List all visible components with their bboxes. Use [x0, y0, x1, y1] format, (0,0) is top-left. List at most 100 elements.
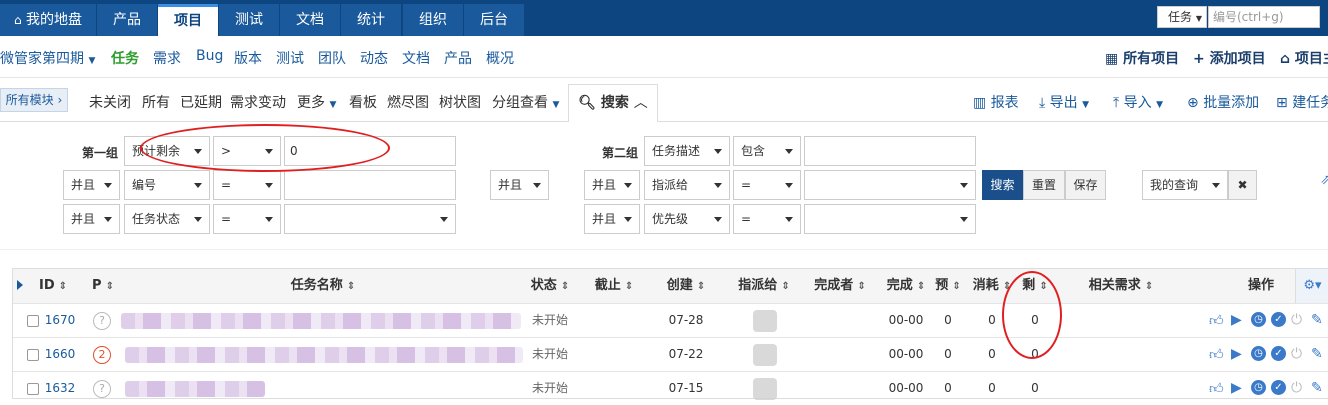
g2-field-select-1[interactable]: 任务描述: [644, 136, 730, 166]
g2-value-select-3[interactable]: [804, 204, 976, 234]
subnav-task[interactable]: 任务: [111, 48, 139, 68]
g1-field-select-3[interactable]: 任务状态: [124, 204, 210, 234]
column-settings-icon[interactable]: ⚙▾: [1295, 269, 1328, 303]
all-projects-link[interactable]: ▦ 所有项目: [1105, 48, 1179, 68]
clock-icon[interactable]: ◷: [1251, 380, 1266, 395]
tab-my-dashboard[interactable]: ⌂ 我的地盘: [0, 4, 96, 36]
tab-product[interactable]: 产品: [97, 4, 157, 36]
finish-check-icon[interactable]: ✓: [1271, 346, 1286, 361]
export-dropdown[interactable]: ⤓ 导出 ▼: [1039, 92, 1089, 112]
g1-op-select-3[interactable]: =: [213, 204, 281, 234]
g2-field-select-3[interactable]: 优先级: [644, 204, 730, 234]
col-related-story[interactable]: 相关需求 ⇕: [1083, 269, 1159, 303]
power-icon[interactable]: ⏻: [1291, 380, 1307, 396]
col-assigned-to[interactable]: 指派给 ⇕: [729, 269, 799, 303]
edit-pencil-icon[interactable]: ✎: [1311, 346, 1327, 362]
search-submit-button[interactable]: 搜索: [982, 170, 1023, 200]
module-selector[interactable]: 所有模块 ›: [0, 88, 68, 112]
clock-icon[interactable]: ◷: [1251, 346, 1266, 361]
g1-value-select-3[interactable]: [284, 204, 456, 234]
search-reset-button[interactable]: 重置: [1023, 170, 1065, 200]
group-logic-select[interactable]: 并且: [490, 170, 549, 200]
filter-story-changed[interactable]: 需求变动: [230, 92, 286, 112]
collapse-icon[interactable]: ⇗: [1320, 172, 1328, 188]
delete-query-button[interactable]: ✖: [1228, 170, 1257, 200]
col-id[interactable]: ID ⇕: [33, 269, 73, 303]
tab-stats[interactable]: 统计: [341, 4, 401, 36]
tab-org[interactable]: 组织: [403, 4, 463, 36]
power-icon[interactable]: ⏻: [1291, 346, 1307, 362]
col-finished-date[interactable]: 完成 ⇕: [881, 269, 931, 303]
col-estimate[interactable]: 预 ⇕: [931, 269, 965, 303]
report-link[interactable]: ▥ 报表: [973, 92, 1019, 112]
finish-check-icon[interactable]: ✓: [1271, 312, 1286, 327]
edit-pencil-icon[interactable]: ✎: [1311, 380, 1327, 396]
edit-pencil-icon[interactable]: ✎: [1311, 312, 1327, 328]
assign-icon[interactable]: 👍︎: [1209, 312, 1225, 329]
power-icon[interactable]: ⏻: [1291, 312, 1307, 328]
start-icon[interactable]: ▶: [1231, 312, 1247, 328]
col-deadline[interactable]: 截止 ⇕: [589, 269, 639, 303]
search-input[interactable]: 编号(ctrl+g): [1208, 6, 1320, 28]
g2-op-select-2[interactable]: =: [733, 170, 801, 200]
g2-op-select-3[interactable]: =: [733, 204, 801, 234]
g1-field-select-2[interactable]: 编号: [124, 170, 210, 200]
assign-icon[interactable]: 👍︎: [1209, 380, 1225, 397]
start-icon[interactable]: ▶: [1231, 380, 1247, 396]
tab-project[interactable]: 项目: [158, 4, 218, 36]
search-save-button[interactable]: 保存: [1065, 170, 1106, 200]
tab-admin[interactable]: 后台: [464, 4, 524, 36]
tab-test[interactable]: 测试: [219, 4, 279, 36]
filter-all[interactable]: 所有: [142, 92, 170, 112]
row-checkbox[interactable]: [27, 315, 39, 327]
add-project-link[interactable]: + 添加项目: [1193, 48, 1266, 68]
g2-value-select-2[interactable]: [804, 170, 976, 200]
col-created[interactable]: 创建 ⇕: [659, 269, 713, 303]
search-type-select[interactable]: 任务 ▼: [1157, 6, 1207, 28]
project-home-link[interactable]: ⌂ 项目主: [1280, 48, 1328, 68]
col-priority[interactable]: P ⇕: [85, 269, 121, 303]
subnav-product[interactable]: 产品: [444, 48, 472, 68]
clock-icon[interactable]: ◷: [1251, 312, 1266, 327]
subnav-team[interactable]: 团队: [318, 48, 346, 68]
project-switcher[interactable]: 微管家第四期 ▼: [0, 48, 95, 68]
subnav-story[interactable]: 需求: [153, 48, 181, 68]
create-task-link[interactable]: ⊞ 建任务: [1276, 92, 1328, 112]
g2-field-select-2[interactable]: 指派给: [644, 170, 730, 200]
subnav-test[interactable]: 测试: [276, 48, 304, 68]
filter-unclosed[interactable]: 未关闭: [89, 92, 131, 112]
task-id-link[interactable]: 1670: [43, 304, 77, 337]
finish-check-icon[interactable]: ✓: [1271, 380, 1286, 395]
task-name-link[interactable]: [121, 313, 521, 329]
tab-doc[interactable]: 文档: [280, 4, 340, 36]
import-dropdown[interactable]: ⤒ 导入 ▼: [1113, 92, 1163, 112]
filter-tree[interactable]: 树状图: [439, 92, 481, 112]
g1-logic-select-2[interactable]: 并且: [63, 170, 120, 200]
subnav-dynamic[interactable]: 动态: [360, 48, 388, 68]
filter-more-dropdown[interactable]: 更多 ▼: [297, 92, 336, 112]
subnav-doc[interactable]: 文档: [402, 48, 430, 68]
col-status[interactable]: 状态 ⇕: [525, 269, 575, 303]
row-checkbox[interactable]: [27, 383, 39, 395]
filter-delayed[interactable]: 已延期: [180, 92, 222, 112]
g2-op-select-1[interactable]: 包含: [733, 136, 801, 166]
subnav-overview[interactable]: 概况: [486, 48, 514, 68]
filter-kanban[interactable]: 看板: [349, 92, 377, 112]
my-query-select[interactable]: 我的查询: [1142, 170, 1228, 200]
start-icon[interactable]: ▶: [1231, 346, 1247, 362]
subnav-build[interactable]: 版本: [234, 48, 262, 68]
subnav-bug[interactable]: Bug: [196, 48, 223, 64]
task-name-link[interactable]: [125, 347, 523, 363]
batch-add-link[interactable]: ⊕ 批量添加: [1187, 92, 1259, 112]
task-id-link[interactable]: 1632: [43, 372, 77, 405]
g2-value-input-1[interactable]: [804, 136, 976, 166]
g1-op-select-2[interactable]: =: [213, 170, 281, 200]
task-name-link[interactable]: [125, 381, 265, 397]
filter-burndown[interactable]: 燃尽图: [387, 92, 429, 112]
row-checkbox[interactable]: [27, 349, 39, 361]
task-id-link[interactable]: 1660: [43, 338, 77, 371]
col-task-name[interactable]: 任务名称 ⇕: [273, 269, 373, 303]
g1-value-input-2[interactable]: [284, 170, 456, 200]
g1-logic-select-3[interactable]: 并且: [63, 204, 120, 234]
search-toggle-tab[interactable]: 🔍︎ 搜索 ︿: [568, 84, 658, 123]
